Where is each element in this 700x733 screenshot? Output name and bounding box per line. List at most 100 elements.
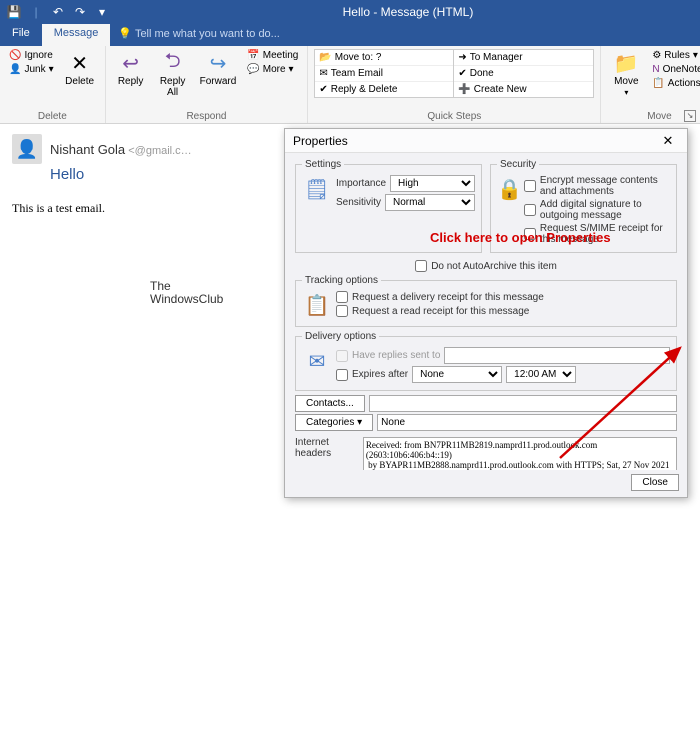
tracking-legend: Tracking options — [302, 275, 381, 286]
dialog-title: Properties — [293, 134, 348, 148]
sensitivity-select[interactable]: Normal — [385, 194, 475, 211]
delivery-fieldset: Delivery options ✉ Have replies sent to … — [295, 331, 677, 391]
chevron-down-icon: ▾ — [693, 50, 698, 61]
group-label-quicksteps: Quick Steps — [314, 111, 594, 122]
qs-create-new[interactable]: ➕Create New — [454, 82, 593, 97]
qs-to-manager[interactable]: ➜To Manager — [454, 50, 593, 66]
delivery-legend: Delivery options — [302, 331, 379, 342]
quick-steps-gallery[interactable]: 📂Move to: ? ✉Team Email ✔Reply & Delete — [314, 49, 454, 98]
replies-checkbox — [336, 350, 348, 362]
reply-all-icon: ⮌ — [165, 51, 181, 75]
ignore-button[interactable]: 🚫Ignore — [6, 49, 57, 62]
sensitivity-label: Sensitivity — [336, 197, 381, 208]
delete-button[interactable]: ✕Delete — [61, 49, 99, 89]
junk-button[interactable]: 👤Junk▾ — [6, 63, 57, 76]
expires-date-select[interactable]: None — [412, 366, 502, 383]
qat-sep: | — [28, 4, 44, 20]
security-fieldset: Security 🔒 Encrypt message contents and … — [490, 159, 677, 253]
properties-dialog: Properties ✕ Settings 🗒 Importance High … — [284, 128, 688, 498]
qs-team-email[interactable]: ✉Team Email — [315, 66, 453, 82]
meeting-icon: 📅 — [247, 50, 259, 61]
actions-icon: 📋 — [652, 78, 664, 89]
watermark: The WindowsClub — [150, 280, 223, 306]
from-name: Nishant Gola — [50, 142, 125, 157]
ribbon-tabs: File Message Tell me what you want to do… — [0, 24, 700, 46]
close-button[interactable]: Close — [631, 474, 679, 491]
dialog-close-button[interactable]: ✕ — [657, 133, 679, 149]
mail-icon: ✉ — [319, 68, 327, 79]
group-respond: ↩Reply ⮌Reply All ↪Forward 📅Meeting 💬Mor… — [106, 46, 309, 123]
move-icon: 📁 — [614, 51, 639, 75]
categories-button[interactable]: Categories ▾ — [295, 414, 373, 431]
meeting-button[interactable]: 📅Meeting — [244, 49, 301, 62]
security-legend: Security — [497, 159, 539, 170]
contacts-input[interactable] — [369, 395, 677, 412]
tell-me-search[interactable]: Tell me what you want to do... — [110, 24, 287, 46]
sender-avatar: 👤 — [12, 134, 42, 164]
chevron-down-icon: ▾ — [289, 64, 294, 75]
reply-all-button[interactable]: ⮌Reply All — [154, 49, 192, 100]
settings-legend: Settings — [302, 159, 344, 170]
importance-select[interactable]: High — [390, 175, 475, 192]
forward-icon: ➜ — [458, 52, 466, 63]
undo-icon[interactable]: ↶ — [50, 4, 66, 20]
tab-message[interactable]: Message — [42, 24, 111, 46]
rules-icon: ⚙ — [652, 50, 661, 61]
headers-label: Internet headers — [295, 437, 359, 459]
delivery-icon: ✉ — [302, 346, 332, 376]
qs-reply-delete[interactable]: ✔Reply & Delete — [315, 82, 453, 97]
delivery-receipt-checkbox[interactable] — [336, 291, 348, 303]
more-icon: 💬 — [247, 64, 259, 75]
move-button[interactable]: 📁Move▾ — [607, 49, 645, 99]
window-titlebar: 💾 | ↶ ↷ ▾ Hello - Message (HTML) — [0, 0, 700, 24]
autoarchive-checkbox[interactable] — [415, 260, 427, 272]
rules-button[interactable]: ⚙Rules▾ — [649, 49, 700, 62]
ignore-icon: 🚫 — [9, 50, 21, 61]
quick-access-toolbar: 💾 | ↶ ↷ ▾ — [0, 4, 116, 20]
more-respond-button[interactable]: 💬More▾ — [244, 63, 301, 76]
contacts-button[interactable]: Contacts... — [295, 395, 365, 412]
window-title: Hello - Message (HTML) — [116, 5, 700, 19]
tracking-fieldset: Tracking options 📋 Request a delivery re… — [295, 275, 677, 327]
ribbon: 🚫Ignore 👤Junk▾ ✕Delete Delete ↩Reply ⮌Re… — [0, 46, 700, 124]
replies-input — [444, 347, 670, 364]
categories-input[interactable] — [377, 414, 677, 431]
qs-moveto[interactable]: 📂Move to: ? — [315, 50, 453, 66]
redo-icon[interactable]: ↷ — [72, 4, 88, 20]
group-label-delete: Delete — [6, 111, 99, 122]
reply-delete-icon: ✔ — [319, 84, 327, 95]
qat-more-icon[interactable]: ▾ — [94, 4, 110, 20]
reply-icon: ↩ — [122, 51, 139, 75]
lock-icon: 🔒 — [497, 174, 522, 204]
tab-file[interactable]: File — [0, 24, 42, 46]
encrypt-checkbox[interactable] — [524, 180, 536, 192]
read-receipt-checkbox[interactable] — [336, 305, 348, 317]
chevron-down-icon: ▾ — [624, 88, 628, 97]
internet-headers-textarea[interactable]: Received: from BN7PR11MB2819.namprd11.pr… — [363, 437, 677, 470]
junk-icon: 👤 — [9, 64, 21, 75]
forward-button[interactable]: ↪Forward — [196, 49, 241, 89]
settings-icon: 🗒 — [302, 174, 332, 204]
sign-checkbox[interactable] — [524, 204, 536, 216]
onenote-button[interactable]: NOneNote — [649, 63, 700, 76]
delete-icon: ✕ — [71, 51, 88, 75]
quick-steps-gallery-2[interactable]: ➜To Manager ✔Done ➕Create New — [454, 49, 594, 98]
done-icon: ✔ — [458, 68, 466, 79]
reply-button[interactable]: ↩Reply — [112, 49, 150, 89]
folder-icon: 📂 — [319, 52, 331, 63]
from-email: <@gmail.c… — [128, 145, 191, 157]
actions-button[interactable]: 📋Actions▾ — [649, 77, 700, 90]
dialog-titlebar: Properties ✕ — [285, 129, 687, 153]
group-quick-steps: 📂Move to: ? ✉Team Email ✔Reply & Delete … — [308, 46, 601, 123]
onenote-icon: N — [652, 64, 659, 75]
create-new-icon: ➕ — [458, 84, 470, 95]
tags-dialog-launcher[interactable]: ↘ — [684, 110, 696, 122]
expires-checkbox[interactable] — [336, 369, 348, 381]
tracking-icon: 📋 — [302, 290, 332, 320]
importance-label: Importance — [336, 178, 386, 189]
expires-time-select[interactable]: 12:00 AM — [506, 366, 576, 383]
qs-done[interactable]: ✔Done — [454, 66, 593, 82]
group-delete: 🚫Ignore 👤Junk▾ ✕Delete Delete — [0, 46, 106, 123]
smime-checkbox[interactable] — [524, 228, 536, 240]
save-icon[interactable]: 💾 — [6, 4, 22, 20]
